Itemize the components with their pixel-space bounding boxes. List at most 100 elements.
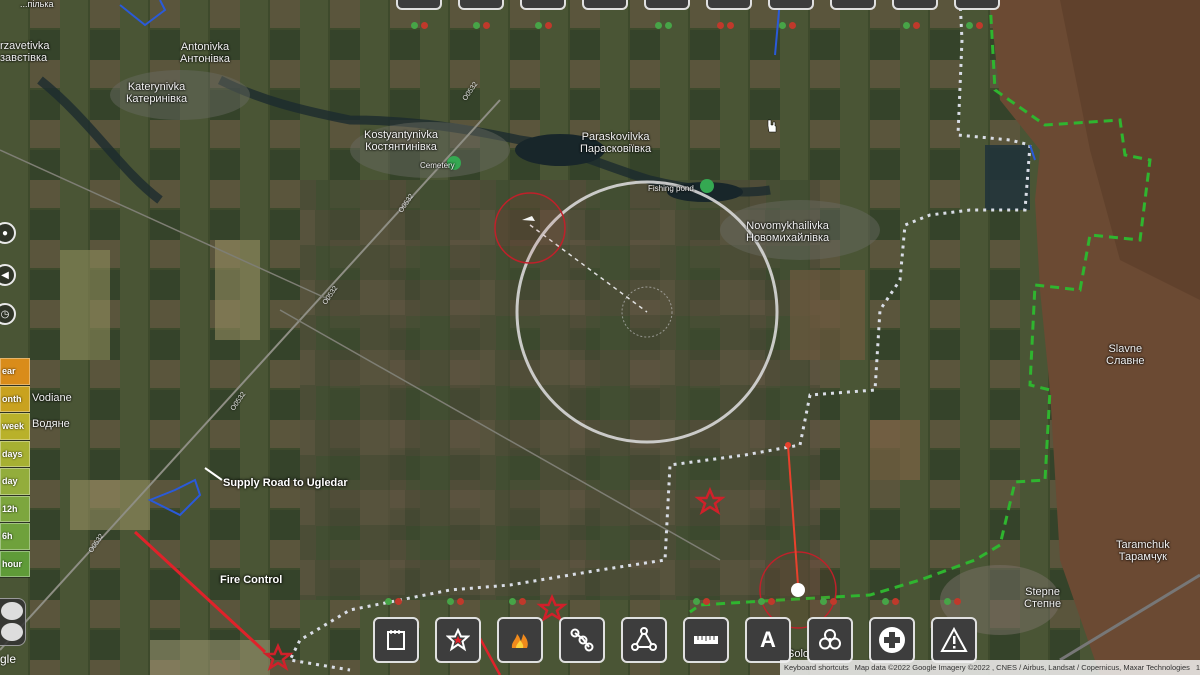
status-dots xyxy=(693,598,713,606)
top-tool-button[interactable] xyxy=(892,0,938,10)
status-dot-red xyxy=(395,598,402,605)
note-icon xyxy=(387,630,405,650)
status-dot-green xyxy=(693,598,700,605)
place-name-en: Paraskovilvka xyxy=(581,131,650,143)
status-dot-red xyxy=(830,598,837,605)
status-dot-red xyxy=(457,598,464,605)
status-dots xyxy=(473,22,493,30)
place-name-en: Stepne xyxy=(1025,586,1060,598)
place-label-top-cut: ...пілька xyxy=(20,0,54,9)
fishing-pond-poi-icon[interactable] xyxy=(700,179,714,193)
status-dot-red xyxy=(717,22,724,29)
place-name-ua: завєтівка xyxy=(0,52,48,64)
place-name-en: Kostyantynivka xyxy=(364,129,438,141)
map-data-text[interactable]: Map data ©2022 Google Imagery ©2022 , CN… xyxy=(855,663,1190,672)
polygon-icon xyxy=(631,627,657,651)
place-name-ua: Костянтинівка xyxy=(365,141,437,153)
status-dot-red xyxy=(892,598,899,605)
place-name-ua: Парасковіївка xyxy=(580,143,652,155)
fire-icon xyxy=(511,634,528,648)
place-name-ua: Антонівка xyxy=(180,53,230,65)
zoom-control xyxy=(0,598,26,646)
zoom-in-button[interactable] xyxy=(1,602,23,620)
status-dot-red xyxy=(768,598,775,605)
status-dot-red xyxy=(483,22,490,29)
red-zone-circle xyxy=(494,192,566,264)
place-label-stepne: Stepne Степне xyxy=(1024,586,1061,610)
medical-cross-icon xyxy=(879,627,905,653)
field-brown xyxy=(870,420,920,480)
top-tool-button[interactable] xyxy=(706,0,752,10)
status-dot-red xyxy=(976,22,983,29)
status-dot-green xyxy=(447,598,454,605)
status-dots xyxy=(758,598,778,606)
polygon-tool-button[interactable] xyxy=(621,617,667,663)
place-label-taramchuk: Taramchuk Тарамчук xyxy=(1116,539,1170,563)
keyboard-shortcuts-link[interactable]: Keyboard shortcuts xyxy=(784,663,849,672)
top-tool-button[interactable] xyxy=(830,0,876,10)
time-filter-day[interactable]: day xyxy=(0,468,30,495)
status-dot-green xyxy=(903,22,910,29)
top-tool-button[interactable] xyxy=(644,0,690,10)
annotation-fire-control: Fire Control xyxy=(220,574,283,586)
medical-tool-button[interactable] xyxy=(869,617,915,663)
place-label-slavne: Slavne Славне xyxy=(1106,343,1145,367)
text-tool-button[interactable]: A xyxy=(745,617,791,663)
top-tool-button[interactable] xyxy=(458,0,504,10)
place-label-zavetivka: rzavetivka завєтівка xyxy=(0,40,50,64)
time-filter-12h[interactable]: 12h xyxy=(0,495,30,522)
top-tool-button[interactable] xyxy=(582,0,628,10)
route-icon xyxy=(570,628,594,652)
status-dot-red xyxy=(519,598,526,605)
status-dot-green xyxy=(509,598,516,605)
annotation-supply-road: Supply Road to Ugledar xyxy=(223,477,348,489)
place-name-ua: Новомихайлівка xyxy=(746,232,830,244)
top-tool-button[interactable] xyxy=(396,0,442,10)
status-dot-red xyxy=(545,22,552,29)
circle-icon: ● xyxy=(1,227,9,239)
status-dots xyxy=(535,22,555,30)
top-tool-button[interactable] xyxy=(768,0,814,10)
zoom-out-button[interactable] xyxy=(1,623,23,641)
status-dot-red xyxy=(421,22,428,29)
place-name-ua: Славне xyxy=(1106,355,1145,367)
time-filter-hour[interactable]: hour xyxy=(0,550,30,577)
field-light xyxy=(70,480,150,530)
place-name-ua: Водяне xyxy=(32,418,70,430)
star-tool-button[interactable] xyxy=(435,617,481,663)
fire-tool-button[interactable] xyxy=(497,617,543,663)
top-tool-button[interactable] xyxy=(954,0,1000,10)
unit-marker[interactable] xyxy=(791,583,805,597)
status-dot-green xyxy=(473,22,480,29)
map-attribution: Keyboard shortcuts Map data ©2022 Google… xyxy=(780,660,1200,675)
time-filter-week[interactable]: week xyxy=(0,413,30,440)
status-dot-red xyxy=(727,22,734,29)
time-filter-year[interactable]: ear xyxy=(0,358,30,385)
place-label-kostyantynivka: Kostyantynivka Костянтинівка xyxy=(364,129,438,153)
status-dot-green xyxy=(882,598,889,605)
place-label-katerynivka: Katerynivka Катеринівка xyxy=(126,81,187,105)
place-name-ua: Тарамчук xyxy=(1118,551,1167,563)
poi-label-fishing-pond: Fishing pond xyxy=(648,184,694,193)
warning-tool-button[interactable] xyxy=(931,617,977,663)
top-tool-button[interactable] xyxy=(520,0,566,10)
biohazard-tool-button[interactable] xyxy=(807,617,853,663)
time-filter-panel: ear onth week days day 12h 6h hour xyxy=(0,358,30,578)
status-dots xyxy=(903,22,923,30)
time-filter-month[interactable]: onth xyxy=(0,385,30,412)
speaker-icon: ◀ xyxy=(1,269,9,281)
time-filter-6h[interactable]: 6h xyxy=(0,523,30,550)
artillery-dot xyxy=(785,442,791,448)
poi-label-cemetery: Cemetery xyxy=(420,161,455,170)
status-dot-red xyxy=(954,598,961,605)
note-tool-button[interactable] xyxy=(373,617,419,663)
field-light xyxy=(60,250,110,360)
place-name-en: rzavetivka xyxy=(0,40,50,52)
ruler-tool-button[interactable] xyxy=(683,617,729,663)
time-filter-days[interactable]: days xyxy=(0,440,30,467)
clock-icon: ◷ xyxy=(0,308,10,320)
route-tool-button[interactable] xyxy=(559,617,605,663)
status-dot-red xyxy=(913,22,920,29)
scale-text[interactable]: 1 k xyxy=(1196,663,1200,672)
status-dot-green xyxy=(758,598,765,605)
